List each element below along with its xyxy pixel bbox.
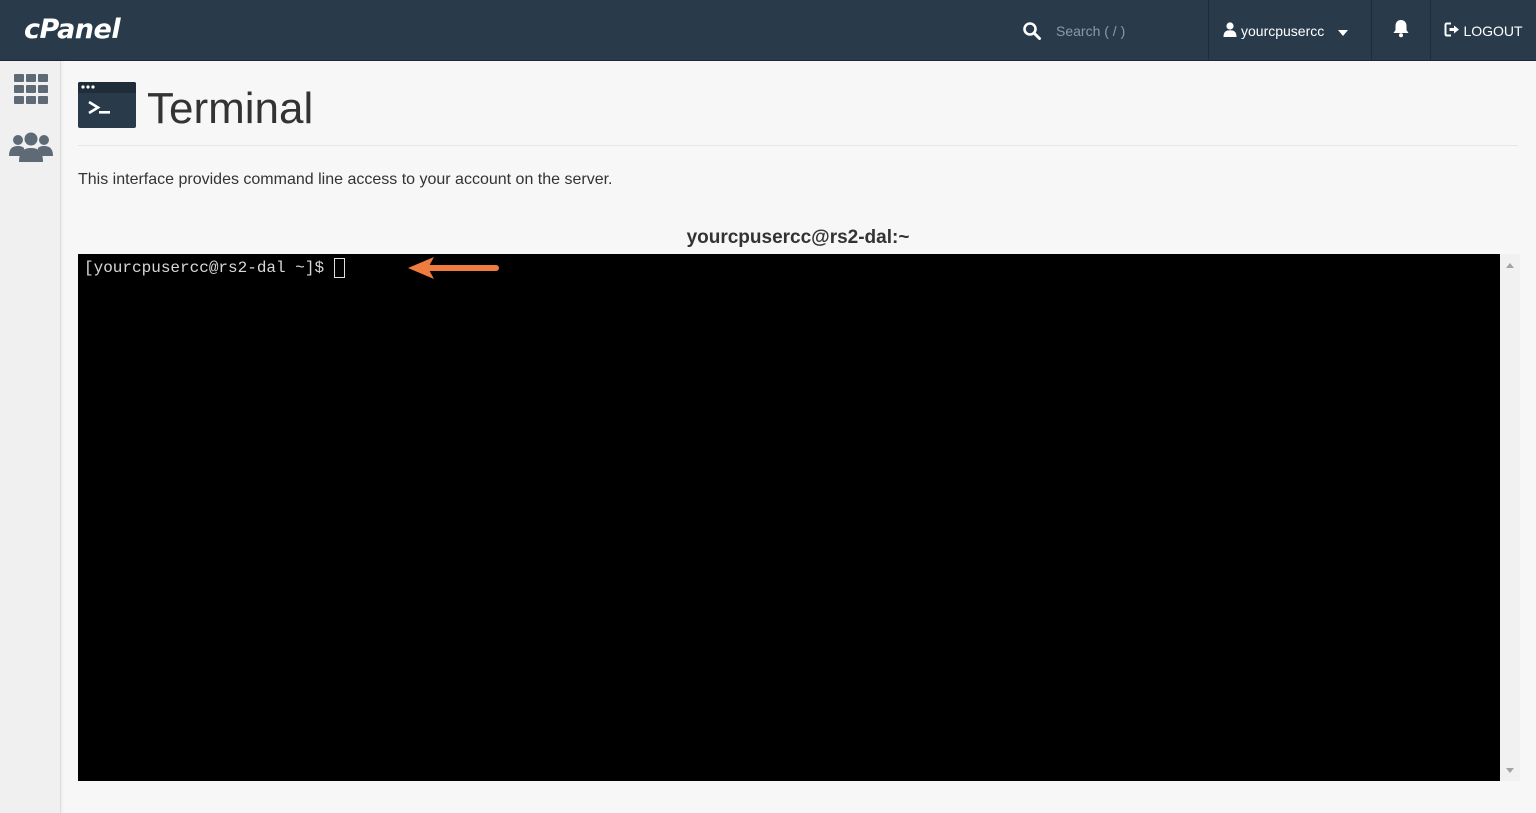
- scroll-down-button[interactable]: [1500, 761, 1520, 779]
- terminal-title: yourcpusercc@rs2-dal:~: [686, 227, 910, 248]
- user-menu-button[interactable]: yourcpusercc: [1209, 0, 1371, 61]
- scroll-up-button[interactable]: [1500, 256, 1520, 274]
- chevron-up-icon: [1506, 262, 1514, 268]
- terminal-prompt-line: [yourcpusercc@rs2-dal ~]$: [84, 258, 346, 278]
- search-box[interactable]: [1010, 0, 1208, 61]
- users-icon: [8, 132, 53, 167]
- terminal-cursor: [334, 258, 346, 278]
- grid-icon: [13, 73, 48, 109]
- chevron-down-icon: [1338, 23, 1349, 39]
- left-sidebar: [0, 61, 61, 813]
- bell-icon: [1392, 19, 1410, 43]
- sidebar-item-users[interactable]: [0, 123, 61, 175]
- page-description: This interface provides command line acc…: [78, 171, 613, 188]
- terminal-screen[interactable]: [yourcpusercc@rs2-dal ~]$: [78, 254, 1500, 781]
- username-label: yourcpusercc: [1241, 22, 1325, 39]
- logout-icon: [1444, 22, 1460, 40]
- chevron-down-icon: [1506, 767, 1514, 773]
- terminal-prompt: [yourcpusercc@rs2-dal ~]$: [84, 259, 325, 277]
- main-content: Terminal This interface provides command…: [61, 61, 1536, 813]
- cpanel-logo[interactable]: cPanel: [24, 12, 121, 48]
- logout-label: LOGOUT: [1463, 22, 1523, 39]
- sidebar-item-home[interactable]: [0, 65, 61, 117]
- terminal-scrollbar[interactable]: [1500, 254, 1520, 781]
- page-title: Terminal: [147, 84, 314, 133]
- logout-button[interactable]: LOGOUT: [1431, 0, 1536, 61]
- top-navbar: cPanel yourcpusercc: [0, 0, 1536, 61]
- page-header: Terminal: [78, 81, 1518, 146]
- orange-arrow-icon: [408, 257, 499, 279]
- notifications-button[interactable]: [1372, 0, 1430, 61]
- terminal-icon: [78, 82, 136, 128]
- search-input[interactable]: [1054, 15, 1204, 46]
- user-icon: [1223, 21, 1237, 40]
- search-icon[interactable]: [1010, 21, 1054, 41]
